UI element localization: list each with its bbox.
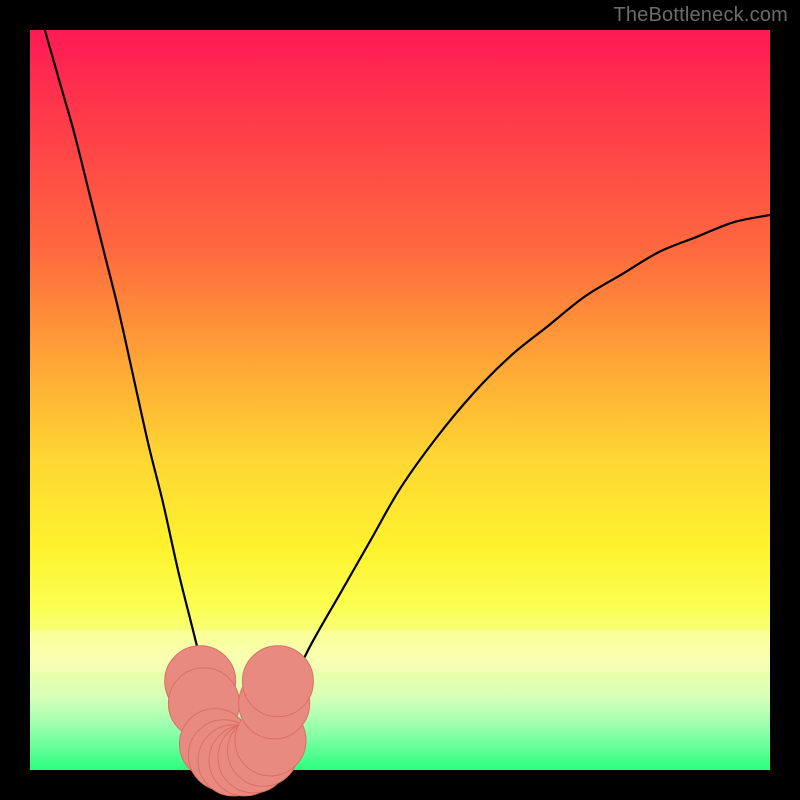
chart-canvas: TheBottleneck.com bbox=[0, 0, 800, 800]
curve-right bbox=[237, 215, 770, 763]
valley-markers bbox=[165, 646, 314, 796]
chart-overlay bbox=[30, 30, 770, 770]
valley-marker bbox=[242, 646, 313, 717]
watermark-text: TheBottleneck.com bbox=[613, 4, 788, 27]
